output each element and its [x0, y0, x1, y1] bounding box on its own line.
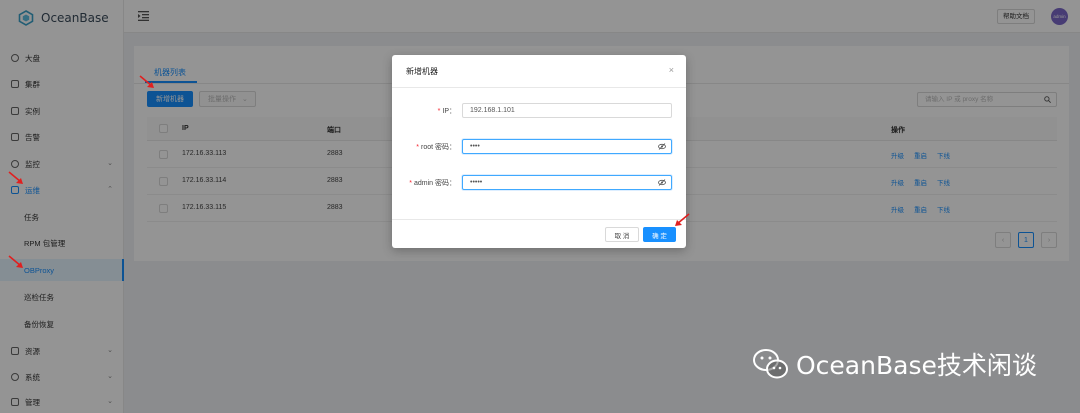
required-mark: *: [416, 144, 419, 151]
watermark-text: OceanBase技术闲谈: [796, 351, 1037, 380]
watermark: OceanBase技术闲谈: [752, 346, 1037, 382]
modal-header-divider: [392, 87, 686, 88]
modal-title: 新增机器: [406, 67, 438, 76]
annotation-arrow-icon: [675, 213, 690, 226]
cancel-button[interactable]: 取 消: [605, 227, 639, 242]
modal-footer-divider: [392, 219, 686, 220]
eye-invisible-icon[interactable]: [658, 143, 666, 150]
add-machine-modal: 新增机器 × * IP： 192.168.1.101 * root 密码： ••••…: [392, 55, 686, 248]
root-password-label: * root 密码：: [416, 144, 456, 151]
confirm-button[interactable]: 确 定: [643, 227, 676, 242]
admin-password-label: * admin 密码：: [409, 180, 456, 187]
annotation-arrow-icon: [139, 75, 154, 88]
annotation-arrow-icon: [8, 255, 23, 268]
root-password-field[interactable]: ••••: [462, 139, 672, 154]
ip-field[interactable]: 192.168.1.101: [462, 103, 672, 118]
required-mark: *: [437, 108, 441, 115]
required-mark: *: [409, 180, 412, 187]
annotation-arrow-icon: [8, 171, 23, 184]
admin-password-field[interactable]: •••••: [462, 175, 672, 190]
close-icon[interactable]: ×: [669, 65, 674, 75]
wechat-logo-icon: [753, 349, 788, 379]
eye-invisible-icon[interactable]: [658, 179, 666, 186]
ip-label: * IP：: [437, 108, 456, 115]
